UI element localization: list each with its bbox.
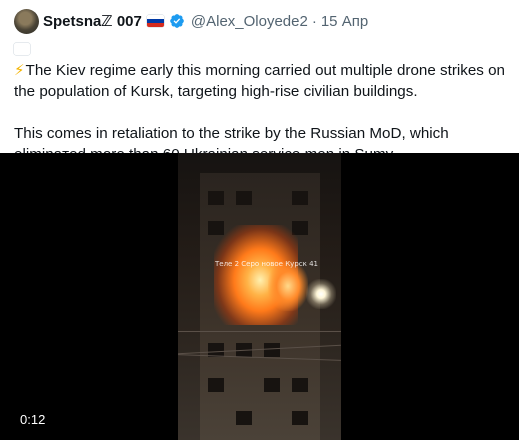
author-display-name[interactable]: Spetsnaℤ 007 <box>43 12 142 30</box>
tweet-card[interactable]: Spetsnaℤ 007 @Alex_Oloyede2 · 15 Апр ⚡Th… <box>0 0 519 440</box>
tweet-date[interactable]: 15 Апр <box>321 13 368 30</box>
tweet-paragraph-1 <box>14 39 509 60</box>
street-light <box>306 279 336 309</box>
video-player[interactable]: Теле 2 Серо новое Курск 41 0:12 <box>0 153 519 440</box>
video-overlay-caption: Теле 2 Серо новое Курск 41 <box>215 260 318 268</box>
russian-flag-icon <box>146 15 164 27</box>
verified-badge-icon <box>170 14 184 28</box>
separator-dot: · <box>311 12 317 30</box>
tweet-header: Spetsnaℤ 007 @Alex_Oloyede2 · 15 Апр <box>14 8 368 34</box>
avatar[interactable] <box>14 8 39 34</box>
lightning-bolt-icon: ⚡ <box>14 62 25 79</box>
video-frame[interactable]: Теле 2 Серо новое Курск 41 <box>178 153 341 440</box>
russian-flag-icon <box>14 43 30 55</box>
author-handle[interactable]: @Alex_Oloyede2 <box>191 13 308 30</box>
fire-glow-secondary <box>268 261 308 311</box>
video-duration: 0:12 <box>14 410 52 429</box>
tweet-text: ⚡The Kiev regime early this morning carr… <box>14 39 509 165</box>
tweet-line-1: The Kiev regime early this morning carri… <box>14 62 506 100</box>
